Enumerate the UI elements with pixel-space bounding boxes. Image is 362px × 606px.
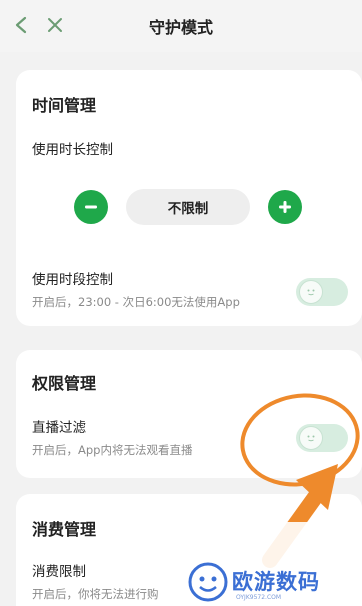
- permission-management-title: 权限管理: [32, 374, 97, 393]
- increase-duration-button[interactable]: [268, 190, 302, 224]
- live-filter-toggle[interactable]: [296, 424, 348, 452]
- toggle-knob: [299, 280, 323, 304]
- time-management-card: 时间管理 使用时长控制 不限制 使用时段控制 开启后，23:00 - 次日6:0…: [16, 70, 362, 326]
- usage-period-toggle[interactable]: [296, 278, 348, 306]
- toggle-knob: [299, 426, 323, 450]
- usage-period-description: 开启后，23:00 - 次日6:00无法使用App: [32, 295, 240, 309]
- watermark-text: 欧游数码: [232, 570, 320, 594]
- decrease-duration-button[interactable]: [74, 190, 108, 224]
- consumption-management-title: 消费管理: [32, 520, 97, 539]
- plus-icon: [279, 201, 291, 213]
- face-icon: [307, 289, 315, 296]
- duration-value: 不限制: [126, 189, 250, 225]
- top-bar: 守护模式: [0, 0, 362, 52]
- consumption-limit-label: 消费限制: [32, 564, 86, 580]
- face-icon: [307, 435, 315, 442]
- watermark-subtext: OYJK9572.COM: [236, 594, 282, 601]
- minus-icon: [85, 205, 97, 209]
- usage-period-label: 使用时段控制: [32, 272, 113, 288]
- usage-duration-label: 使用时长控制: [32, 142, 113, 158]
- live-filter-description: 开启后，App内将无法观看直播: [32, 443, 193, 457]
- time-management-title: 时间管理: [32, 96, 97, 115]
- watermark-logo-icon: [188, 562, 228, 602]
- live-filter-label: 直播过滤: [32, 420, 86, 436]
- page-title: 守护模式: [148, 18, 213, 37]
- consumption-limit-description: 开启后，你将无法进行购: [32, 587, 159, 601]
